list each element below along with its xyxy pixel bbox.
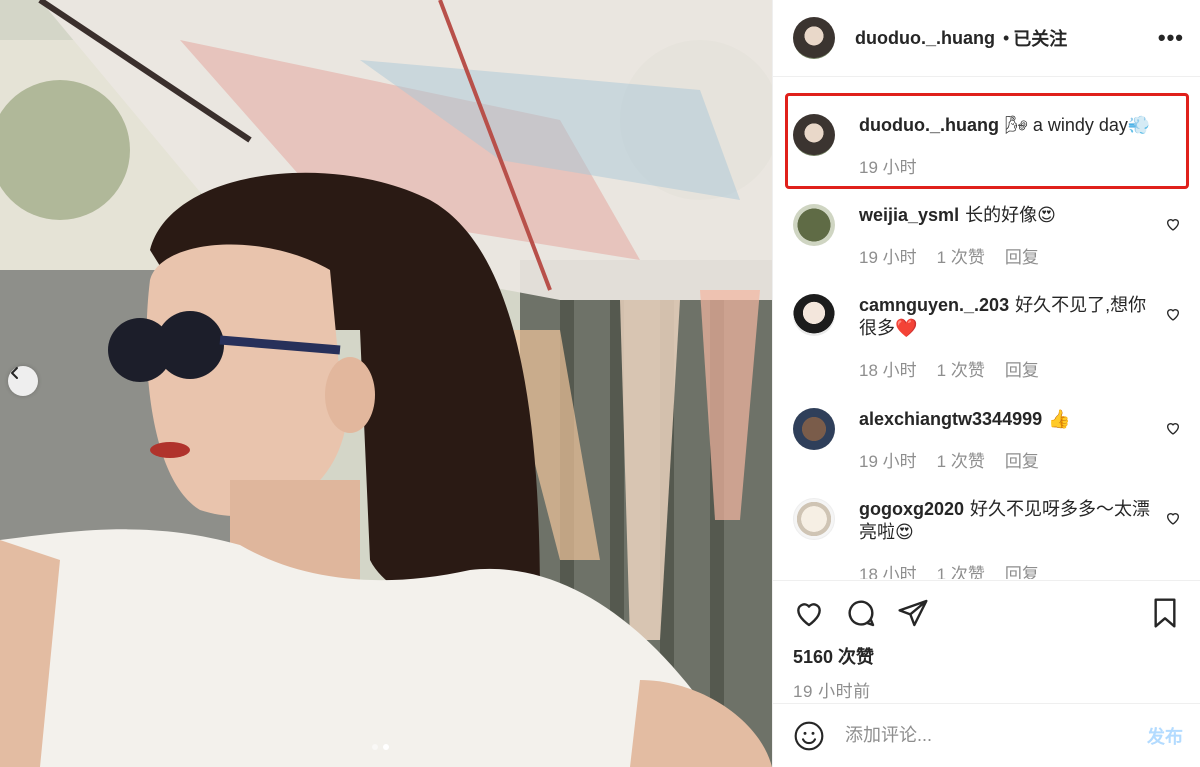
caption-text: 🌬 a windy day💨 bbox=[1004, 115, 1151, 135]
comment-time[interactable]: 19 小时 bbox=[859, 447, 917, 472]
author-username[interactable]: duoduo._.huang bbox=[855, 28, 995, 49]
caption-username[interactable]: duoduo._.huang bbox=[859, 115, 999, 135]
carousel-prev-button[interactable] bbox=[8, 366, 38, 396]
comment-icon bbox=[848, 600, 875, 627]
likes-count[interactable]: 5160 次赞 bbox=[793, 643, 1181, 669]
caption: duoduo._.huang 🌬 a windy day💨 19 小时 bbox=[793, 114, 1193, 178]
comment-likes[interactable]: 1 次赞 bbox=[937, 560, 985, 579]
carousel-dot-active bbox=[383, 744, 389, 750]
comment-likes[interactable]: 1 次赞 bbox=[937, 243, 985, 268]
reply-button[interactable]: 回复 bbox=[1005, 356, 1039, 381]
comment-likes[interactable]: 1 次赞 bbox=[937, 447, 985, 472]
post-comment-button[interactable]: 发布 bbox=[1147, 723, 1183, 749]
follow-status-button[interactable]: 已关注 bbox=[1013, 25, 1067, 51]
comment-likes[interactable]: 1 次赞 bbox=[937, 356, 985, 381]
post-photo[interactable] bbox=[0, 0, 772, 767]
comment-username[interactable]: weijia_ysml bbox=[859, 205, 959, 225]
caption-time[interactable]: 19 小时 bbox=[859, 153, 917, 178]
more-options-icon[interactable]: ••• bbox=[1158, 25, 1184, 51]
avatar[interactable] bbox=[793, 498, 835, 540]
share-button[interactable] bbox=[897, 597, 929, 629]
comment-username[interactable]: camnguyen._.203 bbox=[859, 295, 1009, 315]
reply-button[interactable]: 回复 bbox=[1005, 447, 1039, 472]
comment-button[interactable] bbox=[845, 597, 877, 629]
bookmark-icon bbox=[1154, 598, 1176, 628]
photo-illustration bbox=[0, 0, 772, 767]
separator-dot: • bbox=[1002, 27, 1010, 48]
paper-plane-icon bbox=[898, 599, 928, 627]
heart-icon[interactable] bbox=[1165, 420, 1181, 436]
comment-time[interactable]: 18 小时 bbox=[859, 356, 917, 381]
list-item: gogoxg2020 好久不见呀多多～太漂亮啦😍 18 小时 1 次赞 回复 bbox=[793, 498, 1193, 579]
avatar[interactable] bbox=[793, 408, 835, 450]
like-button[interactable] bbox=[793, 597, 825, 629]
chevron-left-icon bbox=[11, 367, 18, 379]
comment-username[interactable]: alexchiangtw3344999 bbox=[859, 409, 1042, 429]
post-header: duoduo._.huang • 已关注 ••• bbox=[773, 0, 1200, 77]
post-time[interactable]: 19 小时前 bbox=[793, 677, 1181, 702]
comment-input[interactable] bbox=[845, 725, 1147, 746]
avatar[interactable] bbox=[793, 294, 835, 336]
reply-button[interactable]: 回复 bbox=[1005, 243, 1039, 268]
save-button[interactable] bbox=[1149, 597, 1181, 629]
list-item: weijia_ysml 长的好像😍 19 小时 1 次赞 回复 bbox=[793, 204, 1193, 268]
list-item: camnguyen._.203 好久不见了,想你很多❤️ 18 小时 1 次赞 回… bbox=[793, 294, 1193, 381]
heart-icon bbox=[797, 603, 821, 627]
emoji-button[interactable] bbox=[793, 720, 825, 752]
comment-username[interactable]: gogoxg2020 bbox=[859, 499, 964, 519]
comments-list[interactable]: duoduo._.huang 🌬 a windy day💨 19 小时 weiji… bbox=[773, 78, 1200, 579]
add-comment-bar: 发布 bbox=[773, 703, 1200, 767]
smiley-icon bbox=[794, 721, 824, 750]
post-details-panel: duoduo._.huang • 已关注 ••• duoduo._.huang 🌬… bbox=[772, 0, 1200, 767]
avatar[interactable] bbox=[793, 114, 835, 156]
comment-time[interactable]: 18 小时 bbox=[859, 560, 917, 579]
heart-icon[interactable] bbox=[1165, 306, 1181, 322]
list-item: alexchiangtw3344999 👍 19 小时 1 次赞 回复 bbox=[793, 408, 1193, 472]
comment-text: 长的好像😍 bbox=[965, 205, 1056, 225]
avatar[interactable] bbox=[793, 17, 835, 59]
heart-icon[interactable] bbox=[1165, 216, 1181, 232]
heart-icon[interactable] bbox=[1165, 510, 1181, 526]
carousel-indicator bbox=[372, 744, 389, 750]
comment-text: 👍 bbox=[1048, 409, 1071, 429]
reply-button[interactable]: 回复 bbox=[1005, 560, 1039, 579]
carousel-dot bbox=[372, 744, 378, 750]
post-actions: 5160 次赞 19 小时前 bbox=[773, 580, 1200, 702]
avatar[interactable] bbox=[793, 204, 835, 246]
comment-time[interactable]: 19 小时 bbox=[859, 243, 917, 268]
